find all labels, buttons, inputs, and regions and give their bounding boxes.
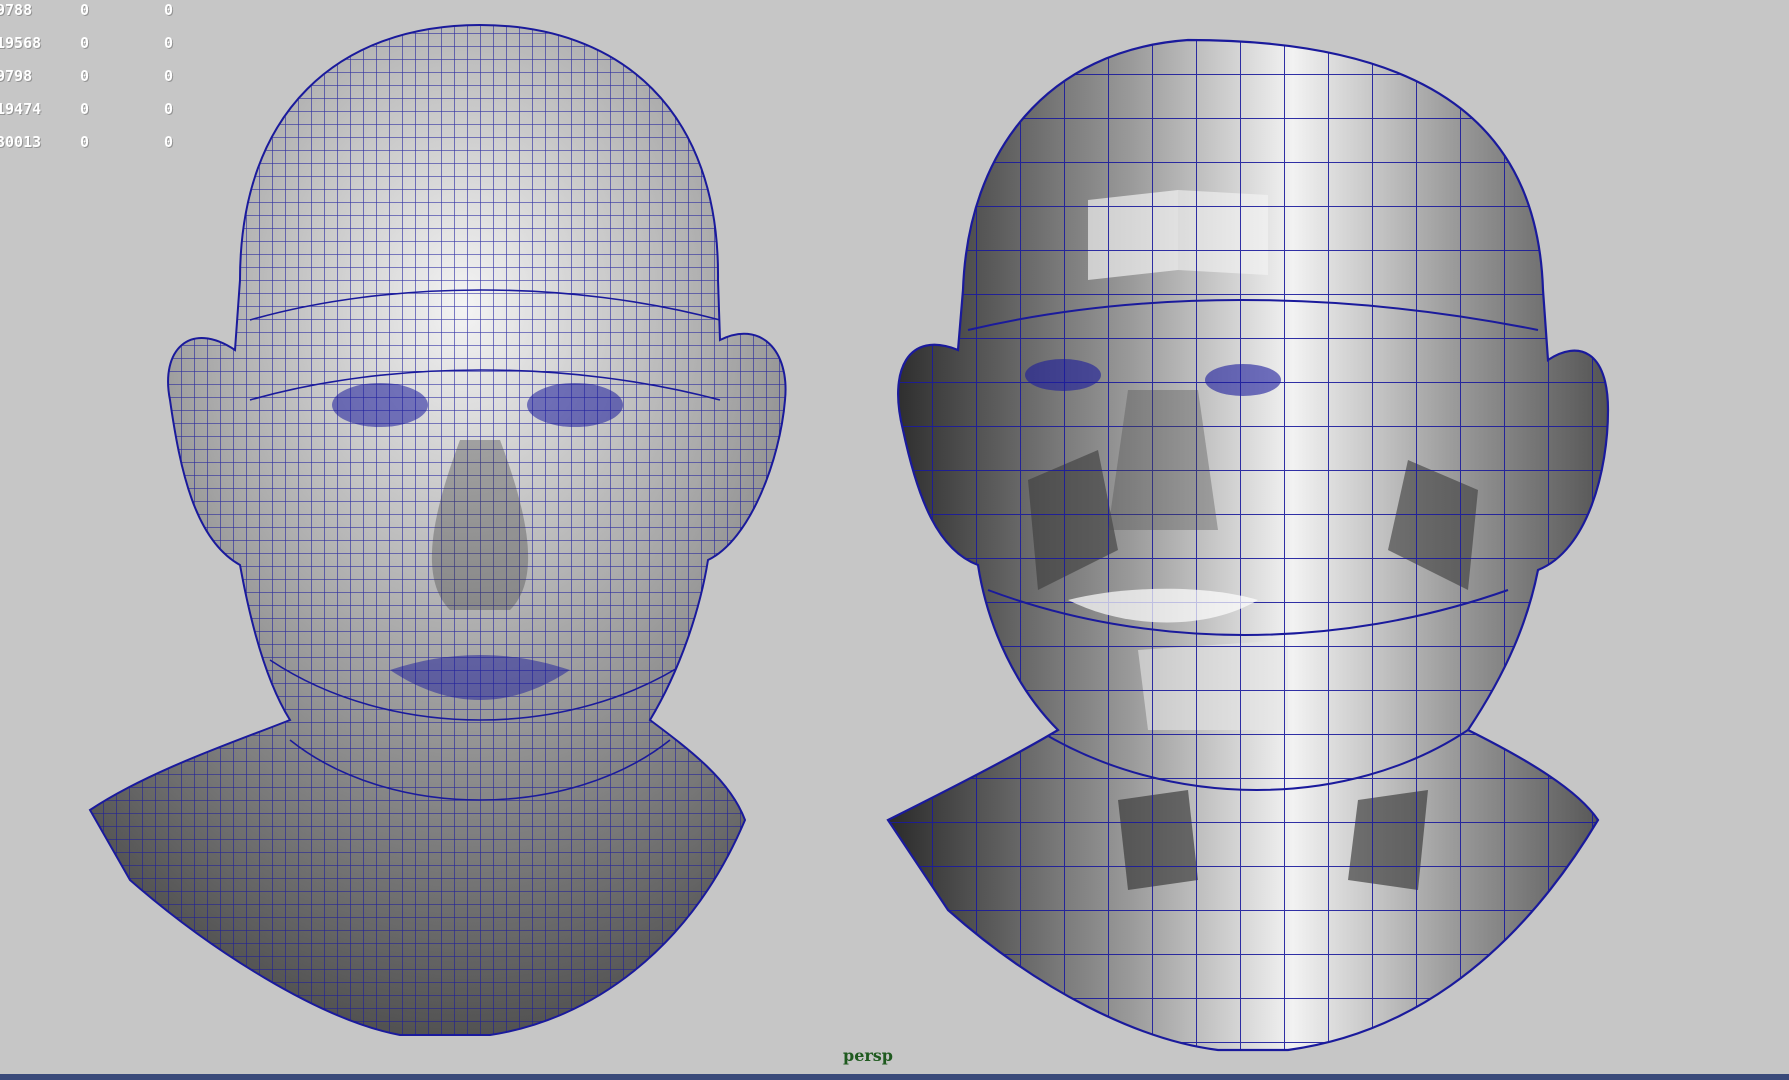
hud-value: 9798 — [0, 67, 33, 85]
high-density-head-model[interactable] — [89, 20, 870, 1040]
camera-name-label: persp — [843, 1046, 893, 1065]
maya-perspective-viewport[interactable]: 9788 0 0 19568 0 0 9798 0 0 19474 0 0 30… — [0, 0, 1789, 1074]
hud-value: 19568 — [0, 34, 42, 52]
hud-value: 9788 — [0, 1, 33, 19]
viewport-bottom-border — [0, 1074, 1789, 1080]
low-poly-head-model[interactable] — [886, 30, 1698, 1060]
hud-value: 30013 — [0, 133, 42, 151]
hud-value: 19474 — [0, 100, 42, 118]
